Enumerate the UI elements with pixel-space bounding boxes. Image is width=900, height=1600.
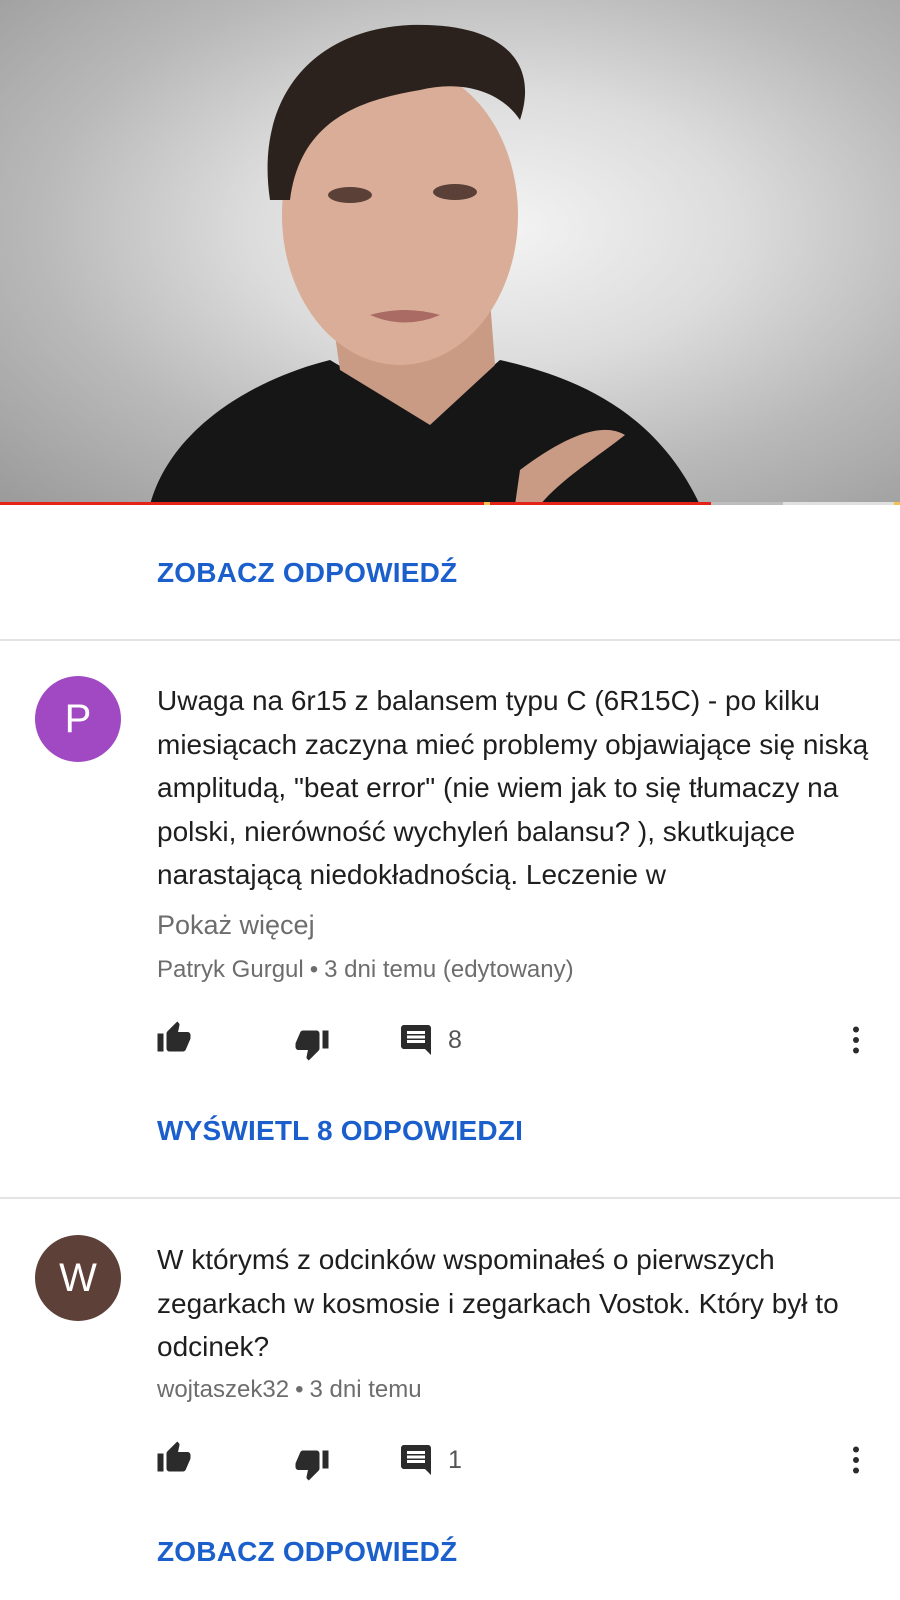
comment-menu-button[interactable] — [838, 1022, 874, 1058]
dislike-button[interactable] — [294, 1026, 330, 1062]
chapter-marker — [894, 502, 900, 505]
separator-dot: • — [295, 1376, 304, 1403]
thumb-down-icon — [295, 1450, 329, 1481]
video-frame-image — [150, 24, 700, 505]
thumb-down-icon — [295, 1030, 329, 1061]
like-button[interactable] — [156, 1020, 192, 1056]
avatar[interactable]: P — [35, 676, 121, 762]
show-more-link[interactable]: Pokaż więcej — [157, 910, 315, 941]
comment-time: 3 dni temu (edytowany) — [324, 956, 574, 983]
comment-text: W którymś z odcinków wspominałeś o pierw… — [157, 1244, 839, 1362]
dislike-button[interactable] — [294, 1446, 330, 1482]
view-replies-button[interactable]: WYŚWIETL 8 ODPOWIEDZI — [157, 1115, 523, 1147]
avatar[interactable]: W — [35, 1235, 121, 1321]
progress-played[interactable] — [0, 502, 711, 505]
comment-time: 3 dni temu — [309, 1376, 422, 1403]
comment-meta: Patryk Gurgul • 3 dni temu (edytowany) — [157, 956, 574, 984]
divider — [0, 1197, 900, 1199]
divider — [0, 639, 900, 641]
separator-dot: • — [309, 956, 319, 983]
comment-icon — [401, 1445, 431, 1475]
chapter-marker — [484, 502, 490, 505]
comment-icon — [401, 1025, 431, 1055]
video-player[interactable] — [0, 0, 900, 505]
comment-menu-button[interactable] — [838, 1442, 874, 1478]
more-vert-icon — [853, 1446, 859, 1474]
reply-count: 1 — [448, 1445, 462, 1474]
see-reply-button[interactable]: ZOBACZ ODPOWIEDŹ — [157, 1536, 457, 1568]
reply-count: 8 — [448, 1025, 462, 1054]
thumb-up-icon — [157, 1441, 191, 1472]
like-button[interactable] — [156, 1440, 192, 1476]
comment-author[interactable]: wojtaszek32 — [157, 1376, 289, 1403]
more-vert-icon — [853, 1026, 859, 1054]
comment-text: Uwaga na 6r15 z balansem typu C (6R15C) … — [157, 685, 869, 890]
reply-button[interactable]: 1 — [398, 1442, 462, 1478]
reply-button[interactable]: 8 — [398, 1022, 462, 1058]
comment-meta: wojtaszek32 • 3 dni temu — [157, 1376, 422, 1404]
thumb-up-icon — [157, 1021, 191, 1052]
comment-author[interactable]: Patryk Gurgul — [157, 956, 304, 983]
see-reply-button[interactable]: ZOBACZ ODPOWIEDŹ — [157, 557, 457, 589]
